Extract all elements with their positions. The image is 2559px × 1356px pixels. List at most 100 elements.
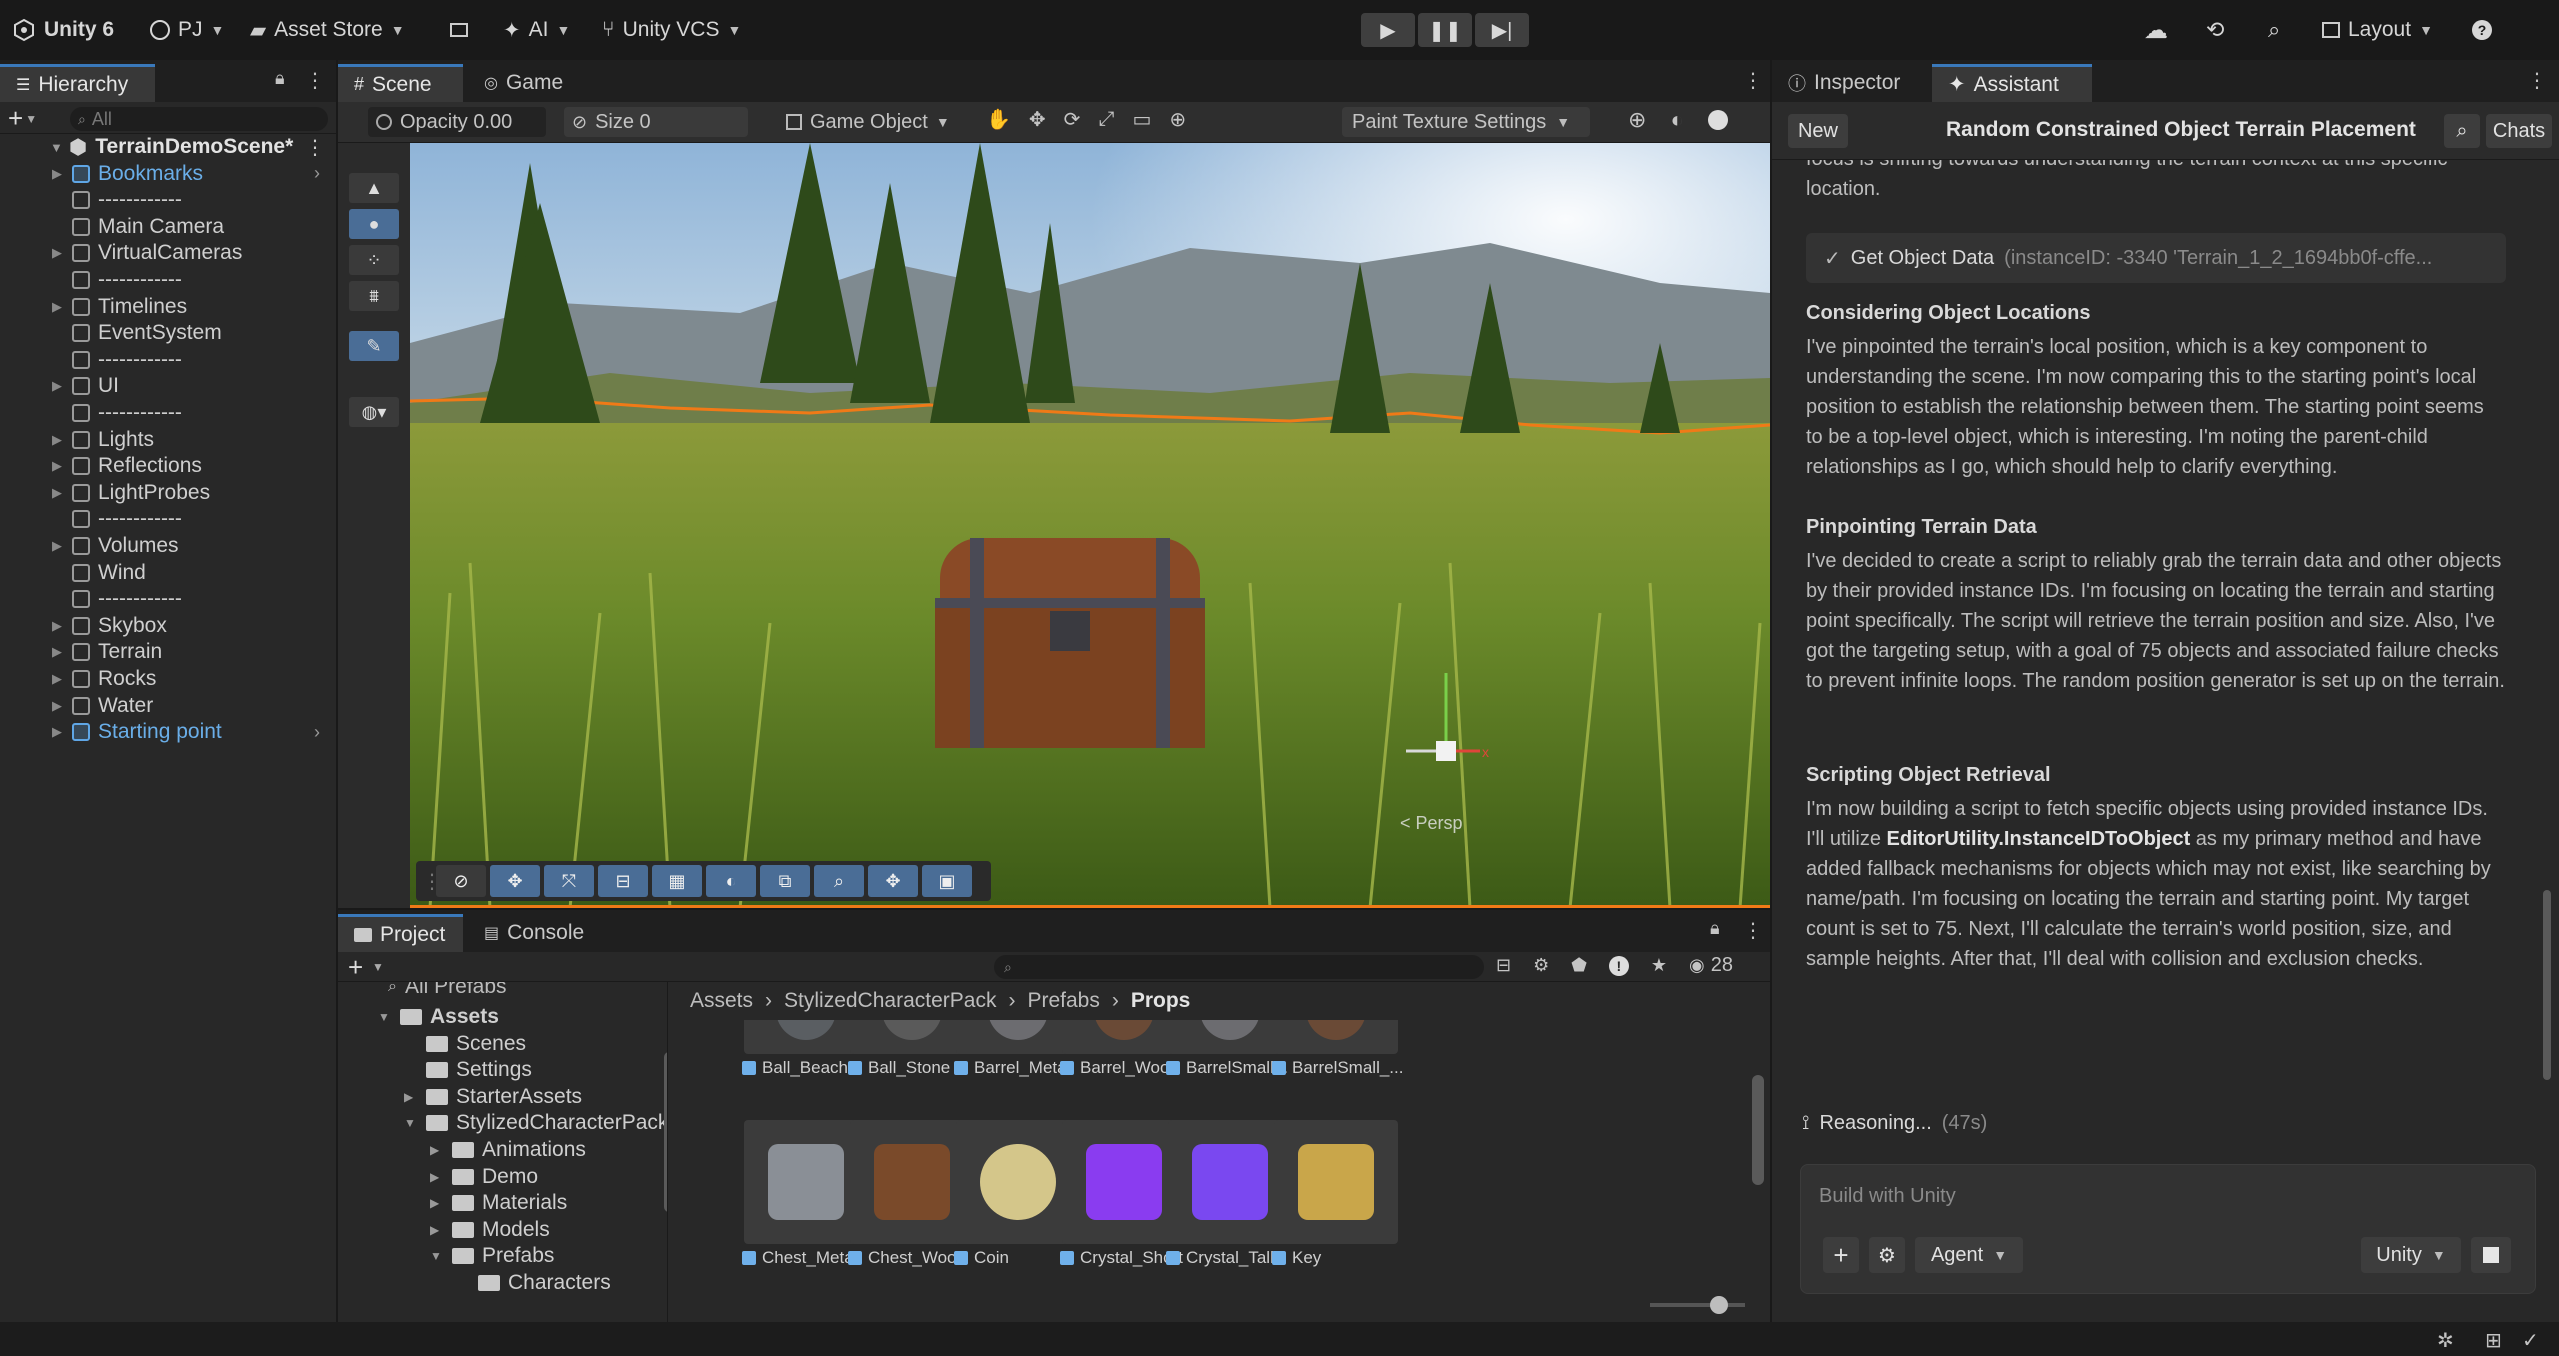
folder-item[interactable]: ▶ Demo: [430, 1164, 538, 1190]
tool-call-card[interactable]: ✓ Get Object Data (instanceID: -3340 'Te…: [1806, 233, 2506, 283]
filter-icon[interactable]: ⚙: [1533, 955, 1549, 976]
scene-row[interactable]: ▼ ⬢ TerrainDemoScene* ⋮: [50, 134, 325, 160]
hierarchy-item[interactable]: ▶ Reflections: [52, 453, 202, 479]
mode-dropdown[interactable]: Agent ▼: [1915, 1237, 2023, 1273]
folder-tree-scrollbar[interactable]: [664, 1052, 667, 1212]
asset-grid-scrollbar[interactable]: [1752, 1075, 1764, 1185]
hierarchy-search-input[interactable]: ⌕ All: [70, 107, 328, 131]
attach-button[interactable]: +: [1823, 1237, 1859, 1273]
step-button[interactable]: ▶|: [1475, 13, 1529, 47]
tab-console[interactable]: ▤ Console: [468, 914, 608, 952]
hierarchy-item[interactable]: ▶ Rocks: [52, 666, 156, 692]
chat-search-button[interactable]: ⌕: [2444, 114, 2480, 148]
chevron-right-icon[interactable]: ▶: [430, 1170, 444, 1184]
transform-tool-icon[interactable]: ⊕: [1169, 107, 1186, 132]
all-prefabs-item[interactable]: ⌕ All Prefabs: [388, 982, 507, 1000]
breadcrumb-item[interactable]: Assets: [690, 989, 753, 1013]
visibility-count[interactable]: ◉ 28: [1689, 954, 1733, 977]
help-button[interactable]: ?: [2472, 10, 2492, 50]
folder-item[interactable]: ▼ Assets: [378, 1004, 499, 1030]
scene-viewport[interactable]: x < Persp ⋮ ⊘ ✥ ⤧ ⊟ ▦ ◐ ⧉ ⌕ ✥ ▣: [410, 143, 1770, 908]
zoom-slider[interactable]: [1650, 1296, 1745, 1314]
check-circle-icon[interactable]: ✓: [2522, 1328, 2539, 1353]
package-button[interactable]: [450, 10, 468, 50]
chevron-right-icon[interactable]: ▶: [48, 671, 66, 687]
chevron-right-icon[interactable]: ▶: [48, 458, 66, 474]
asset-label[interactable]: BarrelSmall_...: [1272, 1058, 1442, 1078]
hierarchy-item[interactable]: ▶ Volumes: [52, 533, 179, 559]
hierarchy-item[interactable]: Main Camera: [72, 214, 224, 240]
chevron-right-icon[interactable]: ▶: [430, 1223, 444, 1237]
network-icon[interactable]: ⊞: [2485, 1328, 2502, 1353]
pause-button[interactable]: ❚❚: [1418, 13, 1472, 47]
tab-game[interactable]: ◎ Game: [468, 64, 588, 102]
sphere-icon[interactable]: [1707, 110, 1728, 130]
chevron-down-icon[interactable]: ▼: [430, 1249, 444, 1263]
chevron-right-icon[interactable]: ▶: [48, 698, 66, 714]
folder-item[interactable]: Settings: [404, 1057, 532, 1083]
more-options-icon[interactable]: ⋮: [1743, 918, 1763, 943]
asset-label[interactable]: Key: [1272, 1248, 1442, 1268]
chevron-right-icon[interactable]: ▶: [48, 245, 66, 261]
chevron-right-icon[interactable]: ▶: [48, 299, 66, 315]
project-search-input[interactable]: ⌕: [994, 955, 1484, 979]
hierarchy-item[interactable]: ------------: [72, 267, 182, 293]
drag-handle-icon[interactable]: ⋮: [422, 869, 442, 894]
chevron-right-icon[interactable]: ›: [314, 722, 320, 743]
chevron-right-icon[interactable]: ▶: [48, 166, 66, 182]
tab-hierarchy[interactable]: ☰ Hierarchy: [0, 64, 155, 102]
breadcrumb-item[interactable]: Props: [1131, 989, 1191, 1013]
account-dropdown[interactable]: PJ ▼: [150, 10, 224, 50]
chevron-right-icon[interactable]: ▶: [48, 432, 66, 448]
chevron-right-icon[interactable]: ›: [314, 163, 320, 184]
zoom-icon[interactable]: ⌕: [814, 865, 864, 897]
play-button[interactable]: ▶: [1361, 13, 1415, 47]
hierarchy-item[interactable]: ------------: [72, 506, 182, 532]
paint-texture-settings-dropdown[interactable]: Paint Texture Settings ▼: [1342, 107, 1590, 137]
move-icon[interactable]: ✥: [490, 865, 540, 897]
warning-icon[interactable]: !: [1608, 955, 1629, 976]
terrain-settings-tool[interactable]: ✎: [349, 331, 399, 361]
more-options-icon[interactable]: ⋮: [1743, 68, 1763, 93]
cloud-button[interactable]: ☁: [2144, 10, 2168, 50]
more-options-icon[interactable]: ⋮: [305, 135, 325, 160]
zoom-slider-thumb[interactable]: [1710, 1296, 1728, 1314]
brush-preview[interactable]: ◍▾: [349, 397, 399, 427]
globe-icon[interactable]: ⊕: [1628, 107, 1646, 133]
rect-tool-icon[interactable]: ▭: [1132, 107, 1151, 132]
persp-label[interactable]: < Persp: [1400, 813, 1463, 834]
folder-item[interactable]: ▶ StarterAssets: [404, 1084, 582, 1110]
chevron-right-icon[interactable]: ▶: [430, 1143, 444, 1157]
paint-trees-tool[interactable]: ⁘: [349, 245, 399, 275]
chevron-right-icon[interactable]: ▶: [48, 378, 66, 394]
asset-thumbnail[interactable]: [1274, 1120, 1398, 1244]
unity-menu[interactable]: Unity 6: [12, 10, 114, 50]
asset-thumbnail[interactable]: [1274, 1020, 1398, 1054]
scale-tool-icon[interactable]: ⤢: [1098, 108, 1114, 131]
raise-terrain-tool[interactable]: ▲: [349, 173, 399, 203]
paint-terrain-tool[interactable]: ●: [349, 209, 399, 239]
model-dropdown[interactable]: Unity ▼: [2361, 1237, 2461, 1273]
opacity-field[interactable]: Opacity 0.00: [368, 107, 546, 137]
camera-icon[interactable]: ▣: [922, 865, 972, 897]
chevron-right-icon[interactable]: ▶: [48, 618, 66, 634]
hierarchy-item[interactable]: EventSystem: [72, 320, 222, 346]
history-button[interactable]: ⟲: [2206, 10, 2224, 50]
add-button[interactable]: +: [8, 103, 23, 134]
layers-icon[interactable]: ⧉: [760, 865, 810, 897]
bug-icon[interactable]: ✲: [2437, 1328, 2454, 1353]
chevron-right-icon[interactable]: ▶: [48, 538, 66, 554]
shade-icon[interactable]: ◐: [706, 865, 756, 897]
folder-item[interactable]: ▼ StylizedCharacterPack: [404, 1110, 667, 1136]
rotate-tool-icon[interactable]: ⟳: [1064, 107, 1081, 132]
folder-item[interactable]: ▶ Animations: [430, 1137, 586, 1163]
game-object-dropdown[interactable]: Game Object ▼: [786, 107, 970, 137]
hierarchy-item[interactable]: ▶ Starting point ›: [52, 719, 320, 745]
stop-button[interactable]: [2471, 1237, 2511, 1273]
hand-tool-icon[interactable]: ✋: [986, 107, 1011, 132]
label-icon[interactable]: ⬟: [1571, 955, 1587, 976]
lock-icon[interactable]: 🔒︎: [1710, 918, 1720, 939]
more-options-icon[interactable]: ⋮: [305, 68, 325, 93]
orbit-icon[interactable]: ⊘: [436, 865, 486, 897]
breadcrumb-item[interactable]: Prefabs: [1027, 989, 1099, 1013]
